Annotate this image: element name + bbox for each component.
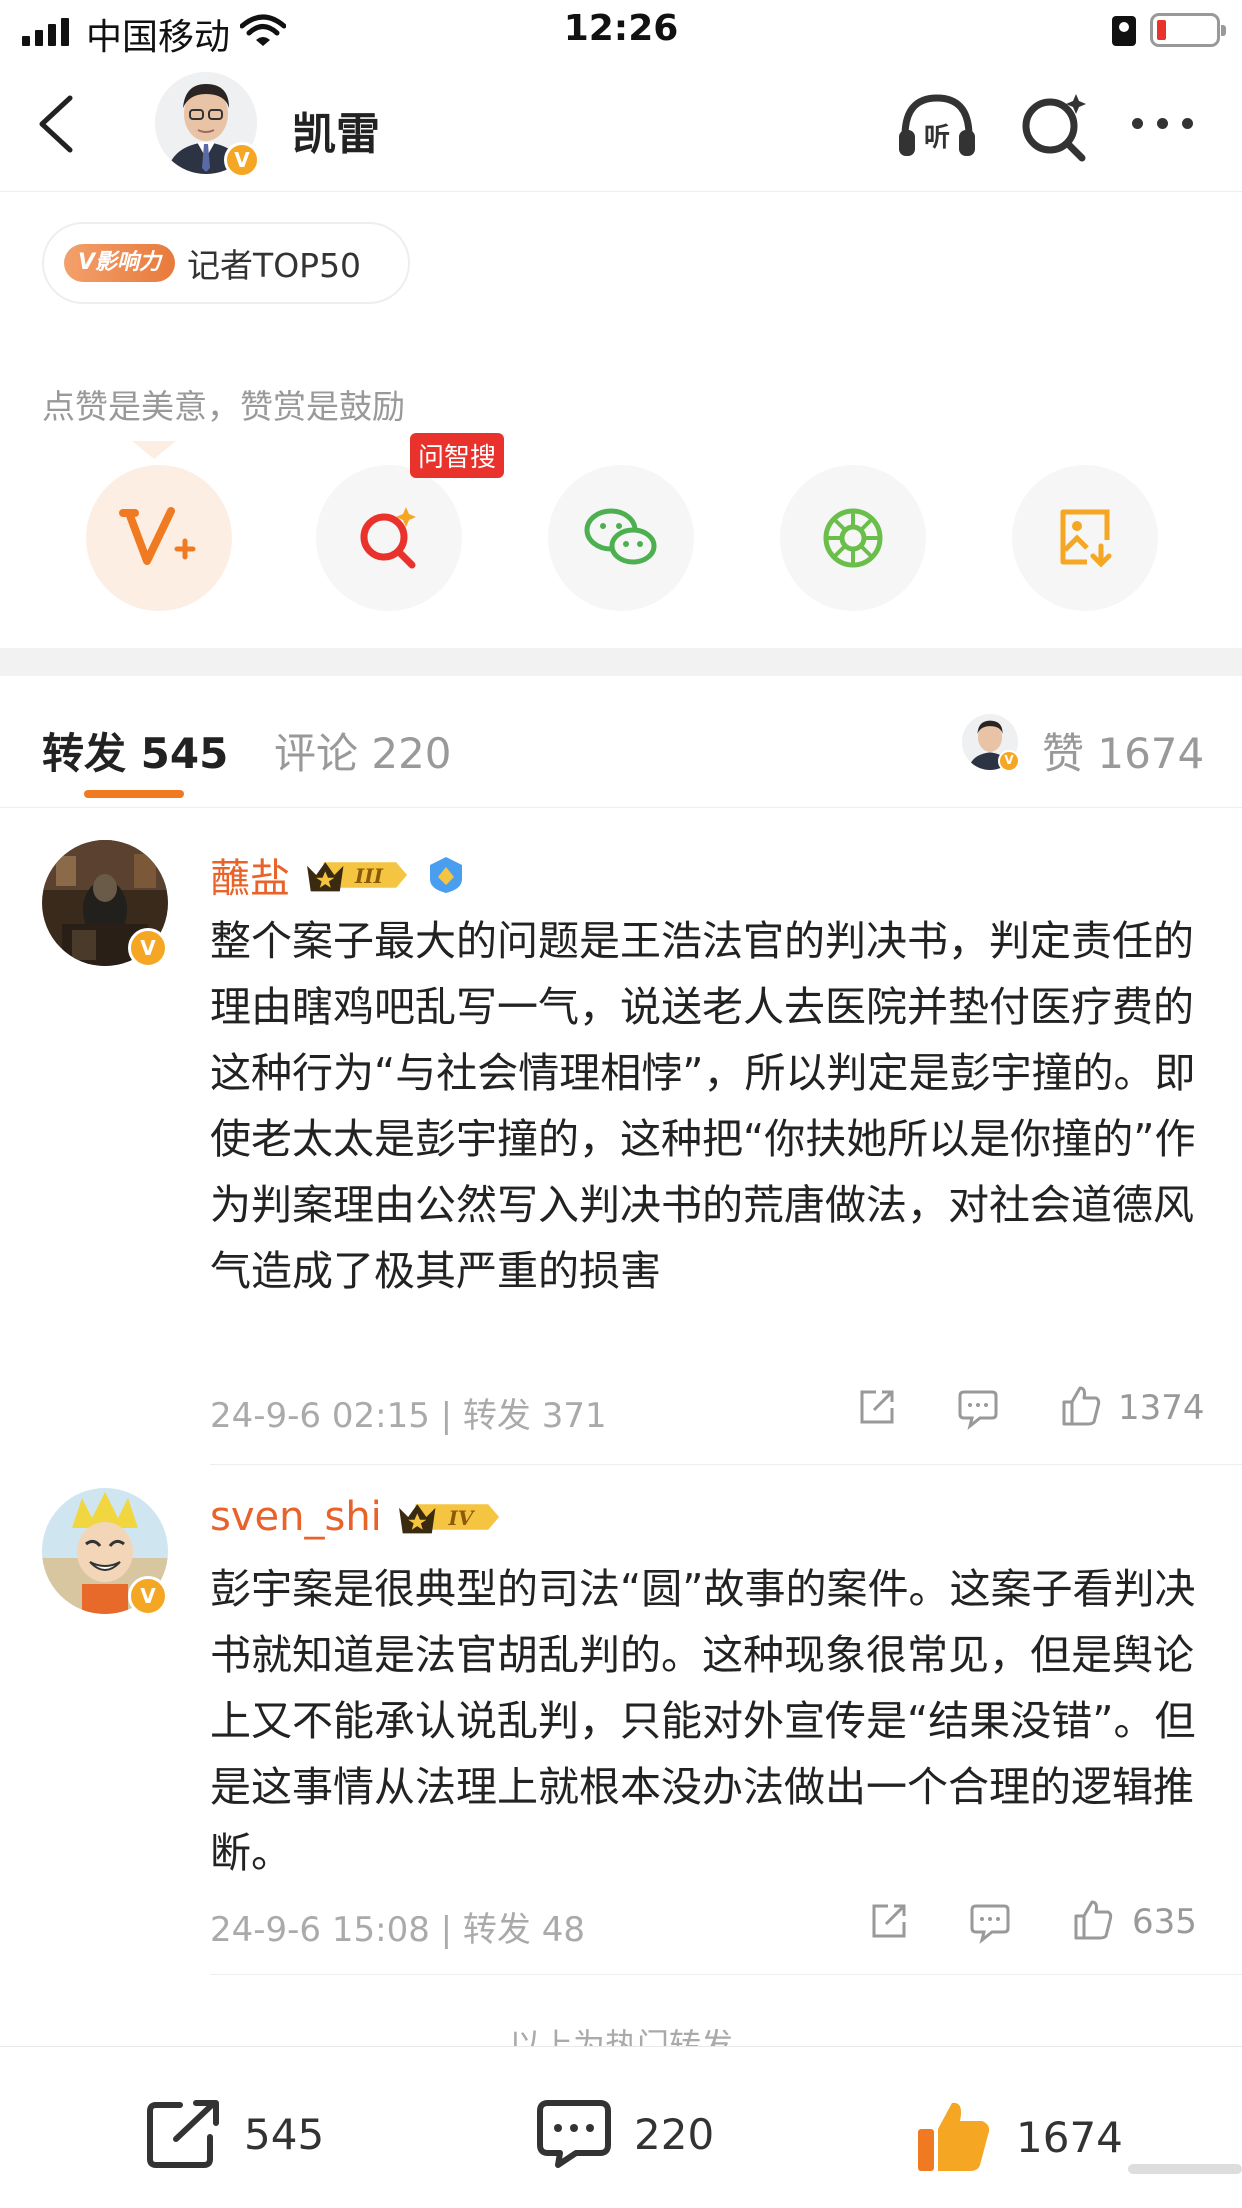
repost-button[interactable]: 545 — [146, 2099, 324, 2169]
status-bar: 中国移动 12:26 — [0, 0, 1242, 62]
verified-badge-icon: V — [998, 750, 1020, 772]
save-image-button[interactable] — [1012, 465, 1158, 611]
like-count: 1374 — [1118, 1388, 1205, 1428]
battery-icon — [1150, 13, 1226, 47]
repost-icon — [147, 2100, 219, 2168]
nav-bar: V 凯雷 听 — [0, 62, 1242, 192]
like-count: 1674 — [1016, 2112, 1123, 2162]
section-divider — [0, 648, 1242, 676]
listen-headphones-icon[interactable]: 听 — [895, 92, 979, 160]
v-plus-button[interactable] — [86, 465, 232, 611]
v-plus-icon — [119, 507, 196, 565]
tab-bar: 转发 545 评论 220 V 赞 1674 — [0, 676, 1242, 808]
post-content: 彭宇案是很典型的司法“圆”故事的案件。这案子看判决书就知道是法官胡乱判的。这种现… — [210, 1565, 1196, 1877]
share-actions: 问智搜 — [0, 433, 1242, 615]
reward-tip: 点赞是美意，赞赏是鼓励 — [42, 387, 405, 426]
liked-thumb-icon — [918, 2102, 990, 2171]
clock: 12:26 — [563, 8, 679, 49]
influence-tag: V影响力 — [64, 244, 176, 282]
share-icon[interactable] — [868, 1900, 910, 1942]
more-options-icon[interactable] — [1132, 118, 1193, 129]
user-info: sven_shi IV — [210, 1494, 508, 1540]
post-content: 整个案子最大的问题是王浩法官的判决书，判定责任的理由瞎鸡吧乱写一气，说送老人去医… — [210, 917, 1196, 1295]
user-info: 蘸盐 III — [210, 846, 466, 904]
wechat-share-button[interactable] — [548, 465, 694, 611]
member-crown-badge[interactable]: III — [300, 855, 416, 895]
comment-button[interactable]: 220 — [536, 2099, 714, 2169]
ai-search-icon[interactable] — [1018, 90, 1092, 164]
verified-badge-icon: V — [224, 142, 260, 178]
comment-count: 220 — [634, 2109, 715, 2159]
like-count: 635 — [1132, 1902, 1197, 1942]
like-icon[interactable] — [1060, 1384, 1102, 1428]
tab-likes[interactable]: 赞 1674 — [1042, 720, 1204, 781]
influence-rank: 记者TOP50 — [187, 246, 362, 285]
like-icon[interactable] — [1072, 1898, 1114, 1942]
share-icon[interactable] — [856, 1386, 898, 1428]
home-indicator — [1128, 2164, 1242, 2174]
comment-icon[interactable] — [968, 1902, 1012, 1944]
verified-badge-icon: V — [128, 1576, 168, 1616]
ai-search-icon — [360, 507, 416, 569]
fan-badge-icon[interactable] — [426, 855, 466, 895]
active-tab-indicator — [84, 790, 184, 798]
member-crown-badge[interactable]: IV — [392, 1497, 508, 1537]
tip-pointer — [132, 441, 176, 459]
comment-icon[interactable] — [956, 1388, 1000, 1430]
svg-text:听: 听 — [924, 123, 950, 153]
like-button[interactable]: 1674 — [914, 2099, 1123, 2175]
username[interactable]: sven_shi — [210, 1494, 382, 1540]
verified-badge-icon: V — [128, 928, 168, 968]
influence-chip[interactable]: V影响力 记者TOP50 — [42, 222, 410, 304]
post-meta: 24-9-6 02:15 | 转发 371 — [210, 1396, 607, 1436]
save-image-icon — [1060, 509, 1112, 568]
post-meta: 24-9-6 15:08 | 转发 48 — [210, 1910, 585, 1950]
username[interactable]: 蘸盐 — [210, 846, 290, 904]
tab-reposts[interactable]: 转发 545 — [42, 720, 228, 781]
orientation-lock-icon — [1112, 16, 1136, 46]
tab-comments[interactable]: 评论 220 — [274, 720, 452, 781]
back-arrow-icon[interactable] — [30, 94, 90, 154]
svg-text:III: III — [354, 864, 384, 888]
wechat-icon — [584, 508, 657, 565]
author-name[interactable]: 凯雷 — [292, 98, 380, 162]
comment-icon — [537, 2100, 611, 2168]
moments-share-button[interactable] — [780, 465, 926, 611]
moments-icon — [823, 508, 883, 568]
ai-search-button[interactable] — [316, 465, 462, 611]
post-divider — [210, 1974, 1242, 1975]
svg-text:IV: IV — [447, 1506, 475, 1530]
repost-count: 545 — [244, 2109, 325, 2159]
post-divider — [210, 1464, 1242, 1465]
ai-search-tip: 问智搜 — [410, 433, 505, 478]
bottom-action-bar: 545 220 1674 — [0, 2046, 1242, 2208]
